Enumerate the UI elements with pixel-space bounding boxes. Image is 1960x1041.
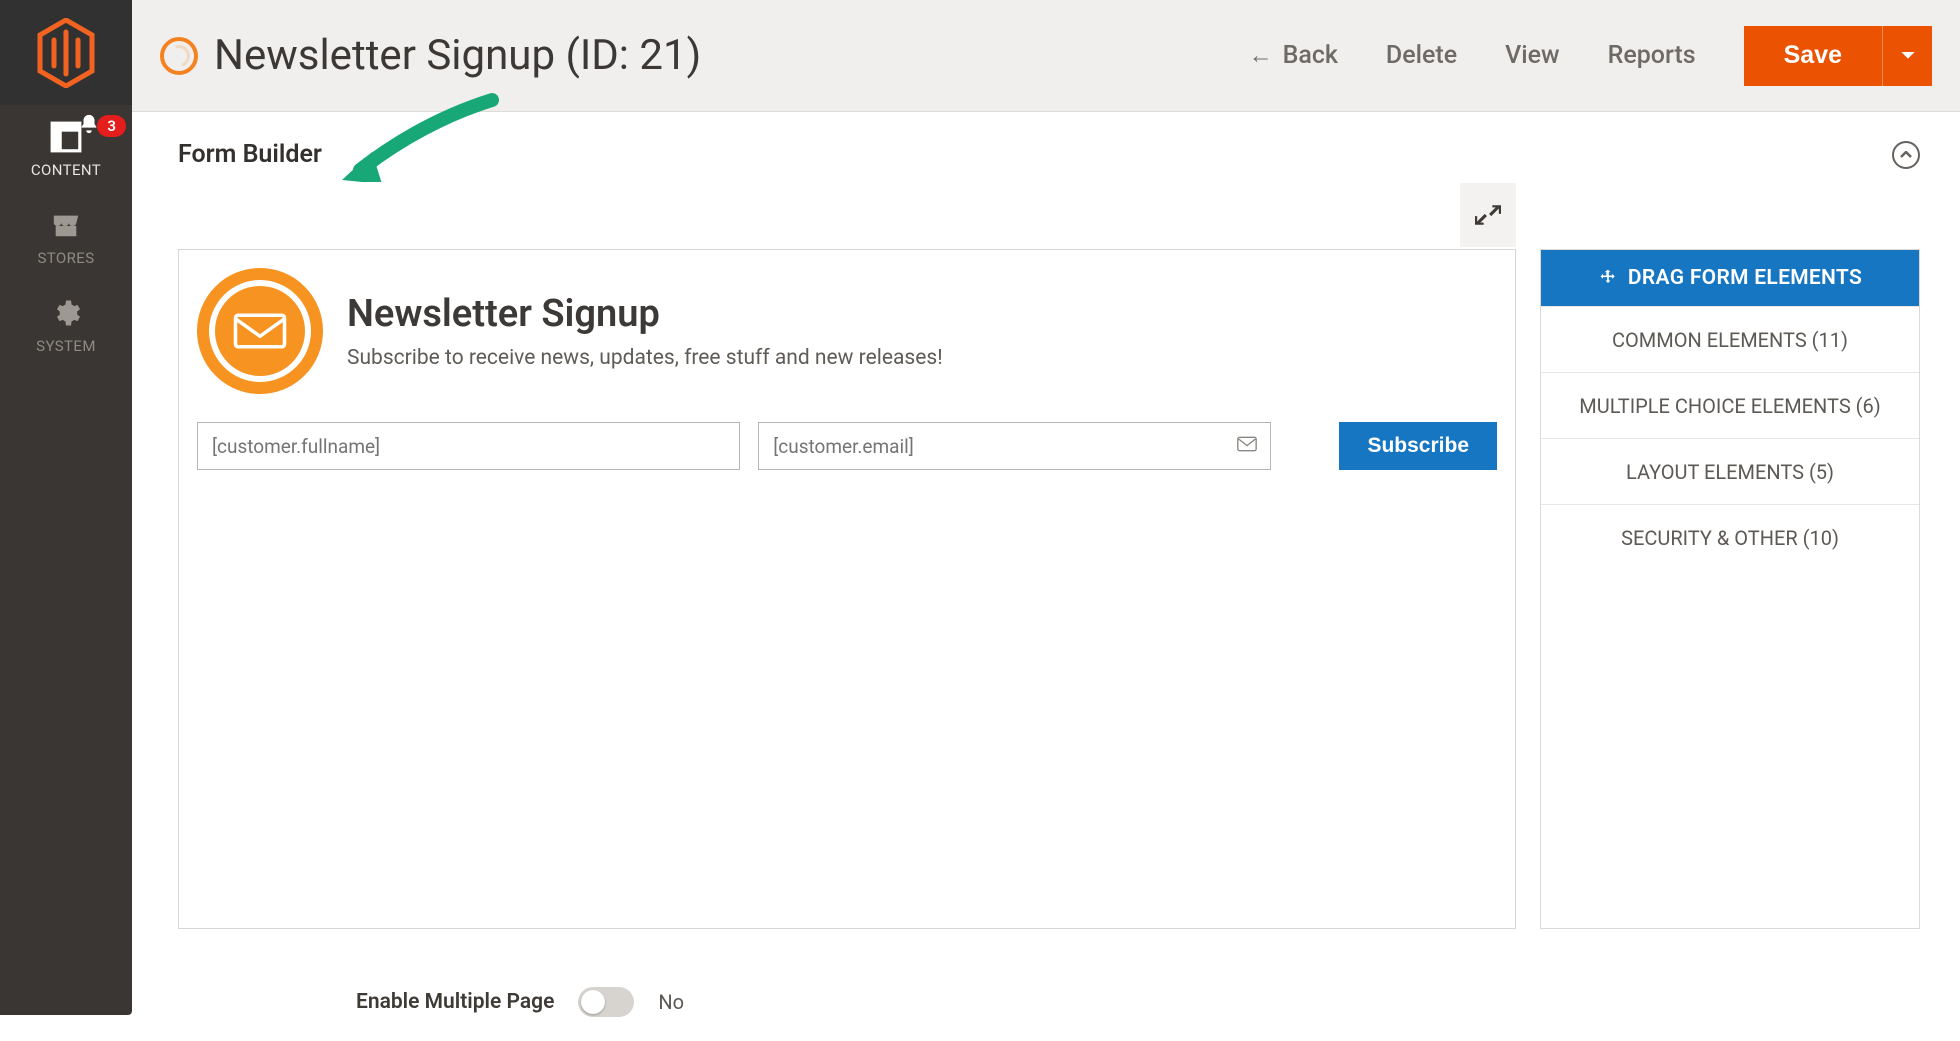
form-canvas-column: Newsletter Signup Subscribe to receive n… (178, 187, 1516, 867)
admin-sidebar: CONTENT 3 STORES SYSTEM (0, 0, 132, 1015)
form-header: Newsletter Signup Subscribe to receive n… (197, 268, 1497, 394)
fullname-input[interactable] (197, 422, 740, 470)
email-input[interactable] (758, 422, 1271, 470)
view-button[interactable]: View (1505, 41, 1559, 70)
drag-icon (1598, 268, 1618, 288)
save-dropdown-caret[interactable] (1882, 26, 1932, 86)
fullscreen-button[interactable] (1460, 183, 1516, 247)
multiple-page-toggle-row: Enable Multiple Page No (356, 987, 684, 1017)
section-title: Form Builder (178, 140, 322, 169)
save-split-button: Save (1744, 26, 1932, 86)
gear-icon (46, 295, 86, 331)
page-body: Form Builder (132, 112, 1960, 1041)
page-header: Newsletter Signup (ID: 21) ← Back Delete… (132, 0, 1960, 112)
toggle-label: Enable Multiple Page (356, 990, 554, 1014)
subscribe-button[interactable]: Subscribe (1339, 422, 1497, 470)
save-button[interactable]: Save (1744, 26, 1882, 86)
form-canvas[interactable]: Newsletter Signup Subscribe to receive n… (178, 249, 1516, 929)
sidebar-item-content[interactable]: CONTENT 3 (0, 105, 132, 193)
sidebar-item-label: STORES (37, 249, 94, 267)
sidebar-item-label: CONTENT (31, 161, 101, 179)
delete-button[interactable]: Delete (1386, 41, 1457, 70)
form-title: Newsletter Signup (347, 292, 943, 336)
collapse-section-button[interactable] (1892, 141, 1920, 169)
back-label: Back (1283, 41, 1338, 70)
notification-count-badge: 3 (97, 115, 126, 137)
spinner-ring-icon (160, 37, 198, 75)
expand-icon (1475, 202, 1501, 228)
palette-group-multiple-choice[interactable]: MULTIPLE CHOICE ELEMENTS (6) (1541, 372, 1919, 438)
magento-logo[interactable] (0, 0, 132, 105)
sidebar-item-label: SYSTEM (36, 337, 96, 355)
stores-icon (46, 207, 86, 243)
sidebar-item-system[interactable]: SYSTEM (0, 281, 132, 369)
arrow-left-icon: ← (1249, 41, 1273, 70)
back-button[interactable]: ← Back (1249, 41, 1338, 70)
elements-palette: DRAG FORM ELEMENTS COMMON ELEMENTS (11) … (1540, 249, 1920, 929)
caret-down-icon (1900, 50, 1916, 62)
toggle-value: No (658, 990, 684, 1014)
palette-heading: DRAG FORM ELEMENTS (1541, 250, 1919, 306)
envelope-icon (232, 309, 288, 353)
palette-group-layout[interactable]: LAYOUT ELEMENTS (5) (1541, 438, 1919, 504)
palette-group-common[interactable]: COMMON ELEMENTS (11) (1541, 306, 1919, 372)
reports-button[interactable]: Reports (1608, 41, 1696, 70)
multiple-page-switch[interactable] (578, 987, 634, 1017)
chevron-up-icon (1900, 151, 1912, 159)
notification-indicator[interactable]: 3 (78, 113, 126, 139)
magento-logo-icon (36, 18, 96, 88)
palette-group-security[interactable]: SECURITY & OTHER (10) (1541, 504, 1919, 570)
envelope-badge (197, 268, 323, 394)
form-subtitle: Subscribe to receive news, updates, free… (347, 346, 943, 370)
page-title: Newsletter Signup (ID: 21) (214, 31, 701, 80)
palette-heading-text: DRAG FORM ELEMENTS (1628, 266, 1862, 290)
sidebar-item-stores[interactable]: STORES (0, 193, 132, 281)
mail-icon (1237, 436, 1257, 456)
